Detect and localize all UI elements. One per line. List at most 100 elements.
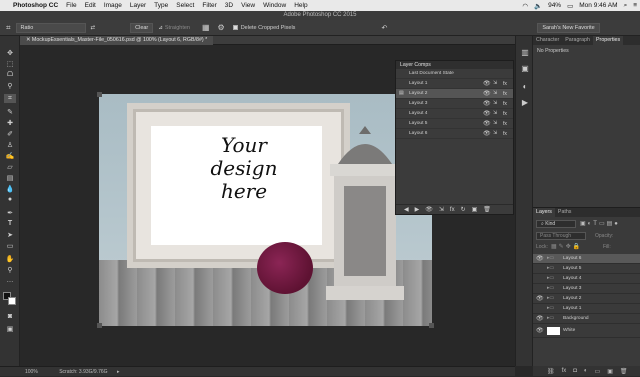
- history-panel-icon[interactable]: ▥: [519, 48, 531, 58]
- fx-icon[interactable]: fx: [503, 119, 507, 129]
- healing-brush-icon[interactable]: ✚: [4, 118, 16, 127]
- add-style-icon[interactable]: fx: [562, 368, 567, 374]
- layer-row[interactable]: ▸▭ Layout 4: [533, 274, 640, 284]
- adjustments-panel-icon[interactable]: ◐: [519, 82, 531, 92]
- menu-help[interactable]: Help: [294, 2, 307, 9]
- eraser-icon[interactable]: ▱: [4, 162, 16, 171]
- menu-window[interactable]: Window: [263, 2, 286, 9]
- document-image[interactable]: Your design here: [99, 94, 432, 326]
- filter-kind-select[interactable]: ⌕ Kind: [536, 220, 576, 228]
- folder-icon[interactable]: ▸▭: [547, 274, 554, 284]
- history-brush-icon[interactable]: ✍: [4, 151, 16, 160]
- visibility-icon[interactable]: 👁: [483, 109, 491, 119]
- hand-tool-icon[interactable]: ✋: [4, 254, 16, 263]
- tab-paths[interactable]: Paths: [555, 208, 575, 217]
- layer-row[interactable]: 👁 ▸▭ Layout 2: [533, 294, 640, 304]
- visibility-icon[interactable]: 👁: [536, 294, 544, 304]
- move-tool-icon[interactable]: ✥: [4, 48, 16, 57]
- menubar-clock[interactable]: Mon 9:46 AM: [579, 2, 617, 9]
- tab-character[interactable]: Character: [533, 36, 562, 45]
- layer-comp-row[interactable]: Last Document State: [396, 69, 513, 79]
- visibility-icon[interactable]: 👁: [483, 119, 491, 129]
- ratio-select[interactable]: Ratio: [15, 22, 86, 33]
- position-icon[interactable]: ⇲: [493, 109, 497, 119]
- menu-file[interactable]: File: [66, 2, 76, 9]
- lock-icons[interactable]: ▦✎✥🔒: [551, 243, 582, 250]
- fx-icon[interactable]: fx: [503, 129, 507, 139]
- layer-comp-row[interactable]: Layout 3 👁 ⇲ fx: [396, 99, 513, 109]
- magic-wand-icon[interactable]: ⚲: [4, 81, 16, 90]
- layer-row[interactable]: ▸▭ Layout 5: [533, 264, 640, 274]
- folder-icon[interactable]: ▸▭: [547, 314, 554, 324]
- tab-layers[interactable]: Layers: [533, 208, 555, 217]
- layer-comp-row[interactable]: Layout 6 👁 ⇲ fx: [396, 129, 513, 139]
- fx-icon[interactable]: fx: [503, 79, 507, 89]
- visibility-icon[interactable]: 👁: [536, 324, 544, 338]
- menu-view[interactable]: View: [241, 2, 255, 9]
- zoom-level[interactable]: 100%: [25, 369, 38, 375]
- reset-crop-icon[interactable]: ↶: [381, 24, 387, 32]
- position-icon[interactable]: ⇲: [493, 89, 497, 99]
- wifi-icon[interactable]: ◠: [522, 2, 528, 10]
- folder-icon[interactable]: ▸▭: [547, 304, 554, 314]
- crop-handle-bottom-right[interactable]: [429, 323, 434, 328]
- layer-row[interactable]: ▸▭ Layout 1: [533, 304, 640, 314]
- visibility-icon[interactable]: 👁: [536, 314, 544, 324]
- marquee-tool-icon[interactable]: ⬚: [4, 59, 16, 68]
- layer-comp-row[interactable]: Layout 4 👁 ⇲ fx: [396, 109, 513, 119]
- gradient-tool-icon[interactable]: ▤: [4, 173, 16, 182]
- new-layer-icon[interactable]: ▣: [607, 368, 613, 375]
- position-sync-icon[interactable]: ⇲: [439, 206, 444, 213]
- straighten-icon[interactable]: ⊿: [158, 25, 163, 31]
- quick-mask-icon[interactable]: ◙: [4, 312, 16, 321]
- crop-tool-button-icon[interactable]: ⌗: [4, 94, 16, 103]
- menu-edit[interactable]: Edit: [85, 2, 96, 9]
- delete-cropped-checkbox[interactable]: [232, 25, 238, 30]
- menu-app-name[interactable]: Photoshop CC: [13, 2, 58, 9]
- tab-paragraph[interactable]: Paragraph: [562, 36, 593, 45]
- folder-icon[interactable]: ▸▭: [547, 264, 554, 274]
- spotlight-icon[interactable]: ⌕: [624, 2, 628, 10]
- visibility-icon[interactable]: 👁: [483, 99, 491, 109]
- workspace-switcher[interactable]: Sarah's New Favorite: [537, 22, 600, 33]
- menu-layer[interactable]: Layer: [130, 2, 146, 9]
- menu-type[interactable]: Type: [154, 2, 168, 9]
- pen-tool-icon[interactable]: ✒: [4, 208, 16, 217]
- eyedropper-icon[interactable]: ✎: [4, 107, 16, 116]
- layer-comp-row[interactable]: Layout 1 👁 ⇲ fx: [396, 79, 513, 89]
- update-comp-icon[interactable]: ↻: [461, 206, 466, 213]
- menu-3d[interactable]: 3D: [225, 2, 233, 9]
- scratch-info[interactable]: Scratch: 3.93G/9.76G: [59, 369, 107, 375]
- blur-tool-icon[interactable]: 💧: [4, 184, 16, 193]
- layer-comp-row[interactable]: ▤ Layout 2 👁 ⇲ fx: [396, 89, 513, 99]
- visibility-icon[interactable]: 👁: [483, 79, 491, 89]
- new-adjustment-icon[interactable]: ◐: [584, 368, 588, 374]
- visibility-icon[interactable]: 👁: [483, 89, 491, 99]
- more-tools-icon[interactable]: …: [4, 276, 16, 285]
- delete-layer-icon[interactable]: 🗑: [620, 368, 628, 375]
- crop-handle-bottom-left[interactable]: [97, 323, 102, 328]
- fx-sync-icon[interactable]: fx: [450, 207, 455, 213]
- layer-row[interactable]: ▸▭ Layout 3: [533, 284, 640, 294]
- shape-tool-icon[interactable]: ▭: [4, 241, 16, 250]
- dodge-tool-icon[interactable]: ●: [4, 195, 16, 204]
- next-comp-icon[interactable]: ▶: [415, 206, 420, 213]
- fx-icon[interactable]: fx: [503, 109, 507, 119]
- notification-center-icon[interactable]: ≡: [633, 2, 637, 9]
- background-color-swatch[interactable]: [8, 297, 16, 305]
- folder-icon[interactable]: ▸▭: [547, 254, 554, 264]
- document-tab[interactable]: ✕ MockupEssentials_Master-File_050616.ps…: [20, 36, 214, 45]
- position-icon[interactable]: ⇲: [493, 99, 497, 109]
- layer-comp-row[interactable]: Layout 5 👁 ⇲ fx: [396, 119, 513, 129]
- delete-comp-icon[interactable]: 🗑: [483, 206, 491, 213]
- fx-icon[interactable]: fx: [503, 99, 507, 109]
- layer-row[interactable]: 👁 ▸▭ Layout 6: [533, 254, 640, 264]
- layer-comps-panel-icon[interactable]: ▣: [519, 64, 531, 74]
- folder-icon[interactable]: ▸▭: [547, 294, 554, 304]
- battery-percent[interactable]: 94%: [548, 2, 561, 9]
- type-tool-icon[interactable]: T: [4, 219, 16, 228]
- path-selection-icon[interactable]: ➤: [4, 230, 16, 239]
- crop-settings-gear-icon[interactable]: ⚙: [218, 23, 225, 32]
- fx-icon[interactable]: fx: [503, 89, 507, 99]
- straighten-button[interactable]: Straighten: [165, 25, 190, 31]
